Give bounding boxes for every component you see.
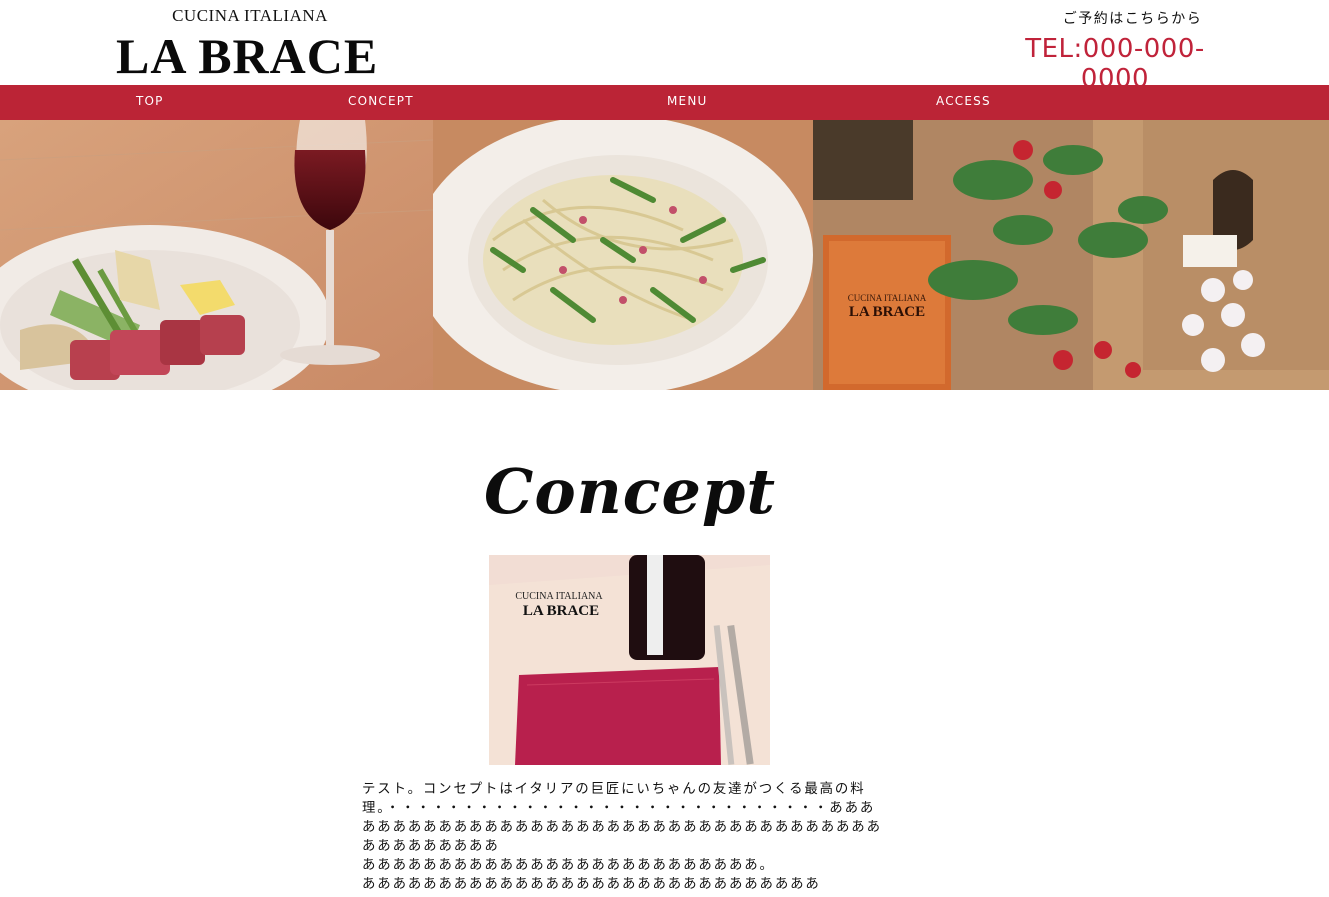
nav-item-access[interactable]: ACCESS — [936, 94, 991, 108]
menu-card-subtitle: CUCINA ITALIANA — [515, 591, 603, 602]
nav-item-top[interactable]: TOP — [136, 94, 164, 108]
main-nav: TOP CONCEPT MENU ACCESS — [0, 85, 1329, 120]
concept-description: テスト。コンセプトはイタリアの巨匠にいちゃんの友達がつくる最高の料理。・・・・・… — [362, 782, 882, 892]
menu-card-title: LA BRACE — [523, 603, 599, 619]
nav-item-menu[interactable]: MENU — [667, 94, 708, 108]
reservation-label: ご予約はこちらから — [1062, 11, 1203, 27]
concept-heading: Concept — [484, 455, 776, 528]
hero-gallery: CUCINA ITALIANA LA BRACE — [0, 120, 1329, 390]
logo[interactable]: LA BRACE — [116, 30, 396, 82]
sign-title: LA BRACE — [849, 304, 925, 320]
concept-photo: CUCINA ITALIANA LA BRACE — [489, 555, 770, 765]
hero-photo-steak — [0, 120, 433, 390]
hero-photo-pasta — [433, 120, 813, 390]
nav-item-concept[interactable]: CONCEPT — [348, 94, 414, 108]
hero-photo-entrance: CUCINA ITALIANA LA BRACE — [813, 120, 1329, 390]
sign-subtitle: CUCINA ITALIANA — [848, 293, 927, 303]
site-header: CUCINA ITALIANA LA BRACE ご予約はこちらから TEL:0… — [0, 0, 1329, 94]
logo-subtitle: CUCINA ITALIANA — [172, 6, 328, 25]
